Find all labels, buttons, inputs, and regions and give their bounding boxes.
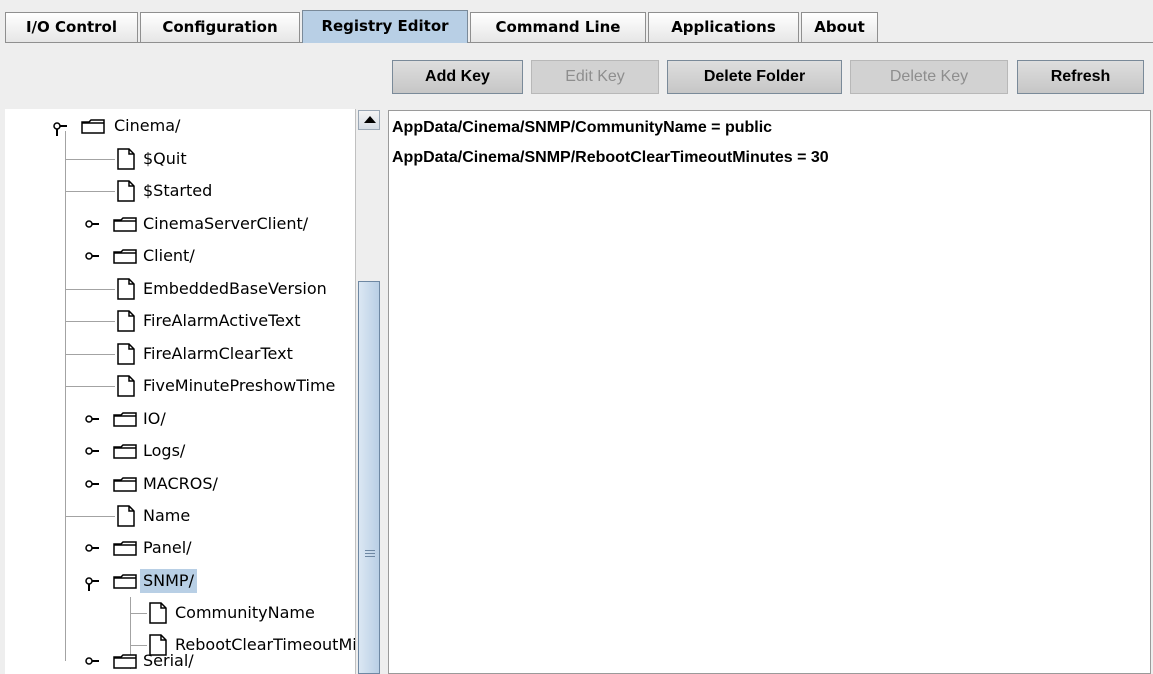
grip-line — [365, 556, 375, 557]
grip-line — [365, 553, 375, 554]
refresh-button[interactable]: Refresh — [1017, 60, 1144, 94]
delete-folder-button[interactable]: Delete Folder — [667, 60, 842, 94]
file-icon — [117, 343, 135, 365]
tab-command-line[interactable]: Command Line — [470, 12, 646, 42]
folder-icon — [113, 444, 137, 459]
grip-line — [365, 550, 375, 551]
registry-entry[interactable]: AppData/Cinema/SNMP/CommunityName = publ… — [392, 119, 772, 137]
tree-line — [65, 516, 115, 517]
tree-row[interactable]: CinemaServerClient/ — [5, 212, 355, 236]
collapsed-handle-icon[interactable] — [85, 536, 99, 560]
scroll-up-arrow-icon[interactable] — [358, 110, 380, 130]
folder-icon — [113, 574, 137, 589]
tree-line — [65, 386, 115, 387]
registry-tree: Cinema/ $Quit $Started CinemaServerClien… — [5, 109, 355, 674]
folder-icon — [113, 217, 137, 232]
tree-node-label[interactable]: $Quit — [140, 147, 190, 171]
tree-node-label[interactable]: Logs/ — [140, 439, 188, 463]
tree-line — [65, 321, 115, 322]
tree-line — [130, 645, 147, 646]
folder-icon — [113, 654, 137, 669]
collapsed-handle-icon[interactable] — [85, 212, 99, 236]
tree-node-label[interactable]: CinemaServerClient/ — [140, 212, 311, 236]
tree-line — [65, 354, 115, 355]
tree-node-label[interactable]: FireAlarmActiveText — [140, 309, 303, 333]
tree-row[interactable]: Logs/ — [5, 439, 355, 463]
file-icon — [149, 602, 167, 624]
registry-entry[interactable]: AppData/Cinema/SNMP/RebootClearTimeoutMi… — [392, 149, 829, 167]
tab-io-control[interactable]: I/O Control — [5, 12, 138, 42]
tree-row[interactable]: Panel/ — [5, 536, 355, 560]
tree-row[interactable]: MACROS/ — [5, 472, 355, 496]
tree-node-label[interactable]: Client/ — [140, 244, 198, 268]
tab-applications[interactable]: Applications — [648, 12, 799, 42]
tree-line — [65, 191, 115, 192]
tree-row[interactable]: CommunityName — [5, 601, 355, 625]
tree-row[interactable]: $Quit — [5, 147, 355, 171]
tree-node-label[interactable]: IO/ — [140, 407, 169, 431]
collapsed-handle-icon[interactable] — [85, 244, 99, 268]
tree-row[interactable]: Serial/ — [5, 649, 355, 673]
tree-scrollbar[interactable] — [355, 109, 382, 674]
collapsed-handle-icon[interactable] — [85, 439, 99, 463]
collapsed-handle-icon[interactable] — [85, 407, 99, 431]
tree-line — [130, 613, 147, 614]
tree-line — [65, 289, 115, 290]
tree-node-label[interactable]: MACROS/ — [140, 472, 221, 496]
folder-icon — [113, 412, 137, 427]
file-icon — [117, 180, 135, 202]
tree-row[interactable]: EmbeddedBaseVersion — [5, 277, 355, 301]
tree-row[interactable]: FireAlarmActiveText — [5, 309, 355, 333]
tab-bar: I/O Control Configuration Registry Edito… — [0, 0, 1153, 43]
tree-row[interactable]: Cinema/ — [5, 114, 355, 138]
tree-row[interactable]: FiveMinutePreshowTime — [5, 374, 355, 398]
tree-node-label[interactable]: FireAlarmClearText — [140, 342, 296, 366]
tree-node-label[interactable]: EmbeddedBaseVersion — [140, 277, 330, 301]
tree-row[interactable]: IO/ — [5, 407, 355, 431]
scrollbar-thumb[interactable] — [358, 281, 380, 674]
folder-icon — [113, 541, 137, 556]
collapsed-handle-icon[interactable] — [85, 649, 99, 673]
tree-node-label[interactable]: SNMP/ — [140, 569, 197, 593]
tree-node-label[interactable]: Panel/ — [140, 536, 195, 560]
registry-values-panel: AppData/Cinema/SNMP/CommunityName = publ… — [388, 110, 1151, 674]
add-key-button[interactable]: Add Key — [392, 60, 523, 94]
tree-line — [65, 159, 115, 160]
tree-node-label[interactable]: Serial/ — [140, 649, 197, 673]
file-icon — [117, 505, 135, 527]
tree-node-label[interactable]: Name — [140, 504, 193, 528]
tree-row[interactable]: FireAlarmClearText — [5, 342, 355, 366]
tree-node-label[interactable]: CommunityName — [172, 601, 318, 625]
tree-row[interactable]: Name — [5, 504, 355, 528]
file-icon — [117, 148, 135, 170]
edit-key-button[interactable]: Edit Key — [531, 60, 659, 94]
tab-about[interactable]: About — [801, 12, 878, 42]
tree-node-label[interactable]: FiveMinutePreshowTime — [140, 374, 338, 398]
expanded-handle-icon[interactable] — [53, 114, 67, 138]
tree-node-label[interactable]: $Started — [140, 179, 215, 203]
collapsed-handle-icon[interactable] — [85, 472, 99, 496]
tab-registry-editor[interactable]: Registry Editor — [302, 10, 468, 43]
toolbar: Add Key Edit Key Delete Folder Delete Ke… — [0, 43, 1153, 102]
tree-row[interactable]: $Started — [5, 179, 355, 203]
tree-row[interactable]: SNMP/ — [5, 569, 355, 593]
folder-icon — [113, 477, 137, 492]
delete-key-button[interactable]: Delete Key — [850, 60, 1008, 94]
file-icon — [117, 278, 135, 300]
tab-configuration[interactable]: Configuration — [140, 12, 300, 42]
folder-icon — [81, 119, 105, 134]
tree-row[interactable]: Client/ — [5, 244, 355, 268]
file-icon — [117, 310, 135, 332]
file-icon — [117, 375, 135, 397]
expanded-handle-icon[interactable] — [85, 569, 99, 593]
folder-icon — [113, 249, 137, 264]
tree-node-label[interactable]: Cinema/ — [111, 114, 183, 138]
